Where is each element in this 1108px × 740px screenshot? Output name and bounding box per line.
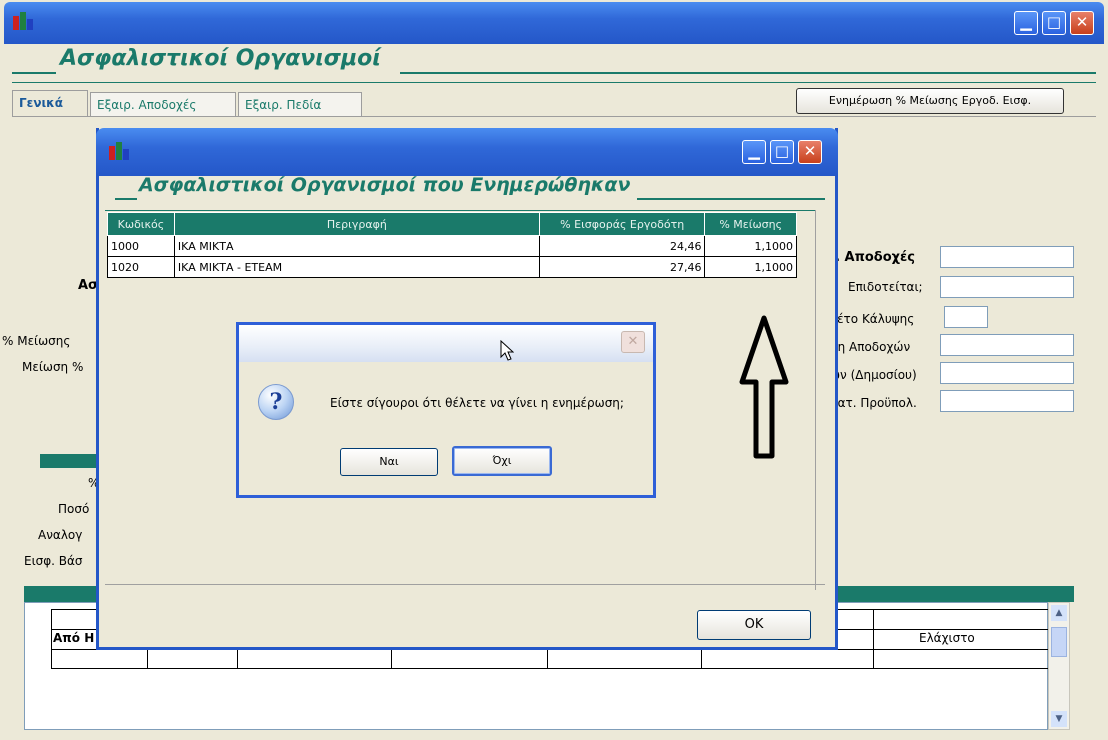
earnings-2-field[interactable] xyxy=(940,334,1074,356)
left-label-7: Εισφ. Βάσ xyxy=(24,554,83,568)
bottom-scrollbar[interactable]: ▲ ▼ xyxy=(1048,602,1070,730)
mouse-cursor-icon xyxy=(500,340,514,361)
updated-orgs-table[interactable]: Κωδικός Περιγραφή % Εισφοράς Εργοδότη % … xyxy=(107,212,797,278)
modal-header-line xyxy=(105,210,815,211)
dialog-close-button[interactable]: ✕ xyxy=(621,331,645,353)
cell-description: ΙΚΑ ΜΙΚΤΑ - ΕΤΕΑΜ xyxy=(173,256,540,278)
modal-footer-line xyxy=(105,584,825,585)
table-row[interactable]: 1020 ΙΚΑ ΜΙΚΤΑ - ΕΤΕΑΜ 27,46 1,1000 xyxy=(107,256,797,278)
modal-right-border xyxy=(815,210,816,590)
left-label-6: Αναλογ xyxy=(38,528,83,542)
main-title-bar[interactable]: ▁ □ ✕ xyxy=(4,2,1104,44)
page-title: Ασφαλιστικοί Οργανισμοί xyxy=(60,46,381,71)
col-reduction[interactable]: % Μείωσης xyxy=(704,212,797,236)
col-employer-rate[interactable]: % Εισφοράς Εργοδότη xyxy=(538,212,706,236)
update-reduction-button[interactable]: Ενημέρωση % Μείωσης Εργοδ. Εισφ. xyxy=(796,88,1064,114)
cell-code: 1000 xyxy=(107,235,175,257)
cell-code: 1020 xyxy=(107,256,175,278)
left-label-3: Μείωση % xyxy=(22,360,84,374)
cell-description: ΙΚΑ ΜΙΚΤΑ xyxy=(173,235,540,257)
right-label-earnings: ι. Αποδοχές xyxy=(830,250,915,265)
table-row[interactable]: 1000 ΙΚΑ ΜΙΚΤΑ 24,46 1,1000 xyxy=(107,235,797,257)
budget-field[interactable] xyxy=(940,390,1074,412)
cell-reduction: 1,1000 xyxy=(704,235,797,257)
left-label-2: % Μείωσης xyxy=(2,334,71,348)
col-code[interactable]: Κωδικός xyxy=(107,212,175,236)
modal-app-icon xyxy=(108,140,129,160)
minimize-button[interactable]: ▁ xyxy=(1014,11,1038,35)
yes-button[interactable]: Ναι xyxy=(340,448,438,476)
earnings-field[interactable] xyxy=(940,246,1074,268)
left-section-bar xyxy=(40,454,104,468)
modal-title-underline-left xyxy=(115,198,137,200)
maximize-button[interactable]: □ xyxy=(1042,11,1066,35)
header-divider xyxy=(12,82,1096,83)
up-arrow-annotation xyxy=(739,315,789,459)
question-icon: ? xyxy=(258,384,294,420)
scroll-thumb[interactable] xyxy=(1051,627,1067,657)
scroll-up-button[interactable]: ▲ xyxy=(1051,605,1067,621)
confirm-dialog-title-bar[interactable]: ✕ xyxy=(236,322,656,362)
table-header-row: Κωδικός Περιγραφή % Εισφοράς Εργοδότη % … xyxy=(107,212,797,236)
modal-title-underline-right xyxy=(637,198,825,200)
modal-minimize-button[interactable]: ▁ xyxy=(742,140,766,164)
close-button[interactable]: ✕ xyxy=(1070,11,1094,35)
title-underline-right xyxy=(400,72,1096,74)
right-label-public: ών (Δημοσίου) xyxy=(830,368,917,382)
confirm-message: Είστε σίγουροι ότι θέλετε να γίνει η ενη… xyxy=(330,396,624,410)
right-label-earnings-2: ση Αποδοχών xyxy=(830,340,911,354)
tab-general[interactable]: Γενικά xyxy=(12,90,88,116)
ok-button[interactable]: ΟΚ xyxy=(697,610,811,640)
right-label-subsidized: Επιδοτείται; xyxy=(848,280,923,294)
public-field[interactable] xyxy=(940,362,1074,384)
modal-maximize-button[interactable]: □ xyxy=(770,140,794,164)
no-button[interactable]: Όχι xyxy=(452,446,552,476)
bottom-col-from: Από Η xyxy=(53,631,95,645)
scroll-down-button[interactable]: ▼ xyxy=(1051,711,1067,727)
right-label-coverage: κέτο Κάλυψης xyxy=(830,312,915,326)
tab-exception-fields[interactable]: Εξαιρ. Πεδία xyxy=(238,92,362,116)
bottom-col-minimum: Ελάχιστο xyxy=(919,631,975,645)
subsidized-field[interactable] xyxy=(940,276,1074,298)
cell-reduction: 1,1000 xyxy=(704,256,797,278)
tab-strip-line xyxy=(12,116,1096,117)
left-label-5: Ποσό xyxy=(58,502,90,516)
tab-exception-earnings[interactable]: Εξαιρ. Αποδοχές xyxy=(90,92,236,116)
col-description[interactable]: Περιγραφή xyxy=(173,212,540,236)
app-icon xyxy=(12,10,33,30)
modal-close-button[interactable]: ✕ xyxy=(798,140,822,164)
updated-orgs-title-bar[interactable]: ▁ □ ✕ xyxy=(96,128,838,176)
right-label-budget: ρατ. Προϋπολ. xyxy=(830,396,917,410)
cell-employer-rate: 27,46 xyxy=(538,256,706,278)
title-underline-left xyxy=(12,72,56,74)
modal-title: Ασφαλιστικοί Οργανισμοί που Ενημερώθηκαν xyxy=(139,174,631,196)
cell-employer-rate: 24,46 xyxy=(538,235,706,257)
coverage-field[interactable] xyxy=(944,306,988,328)
